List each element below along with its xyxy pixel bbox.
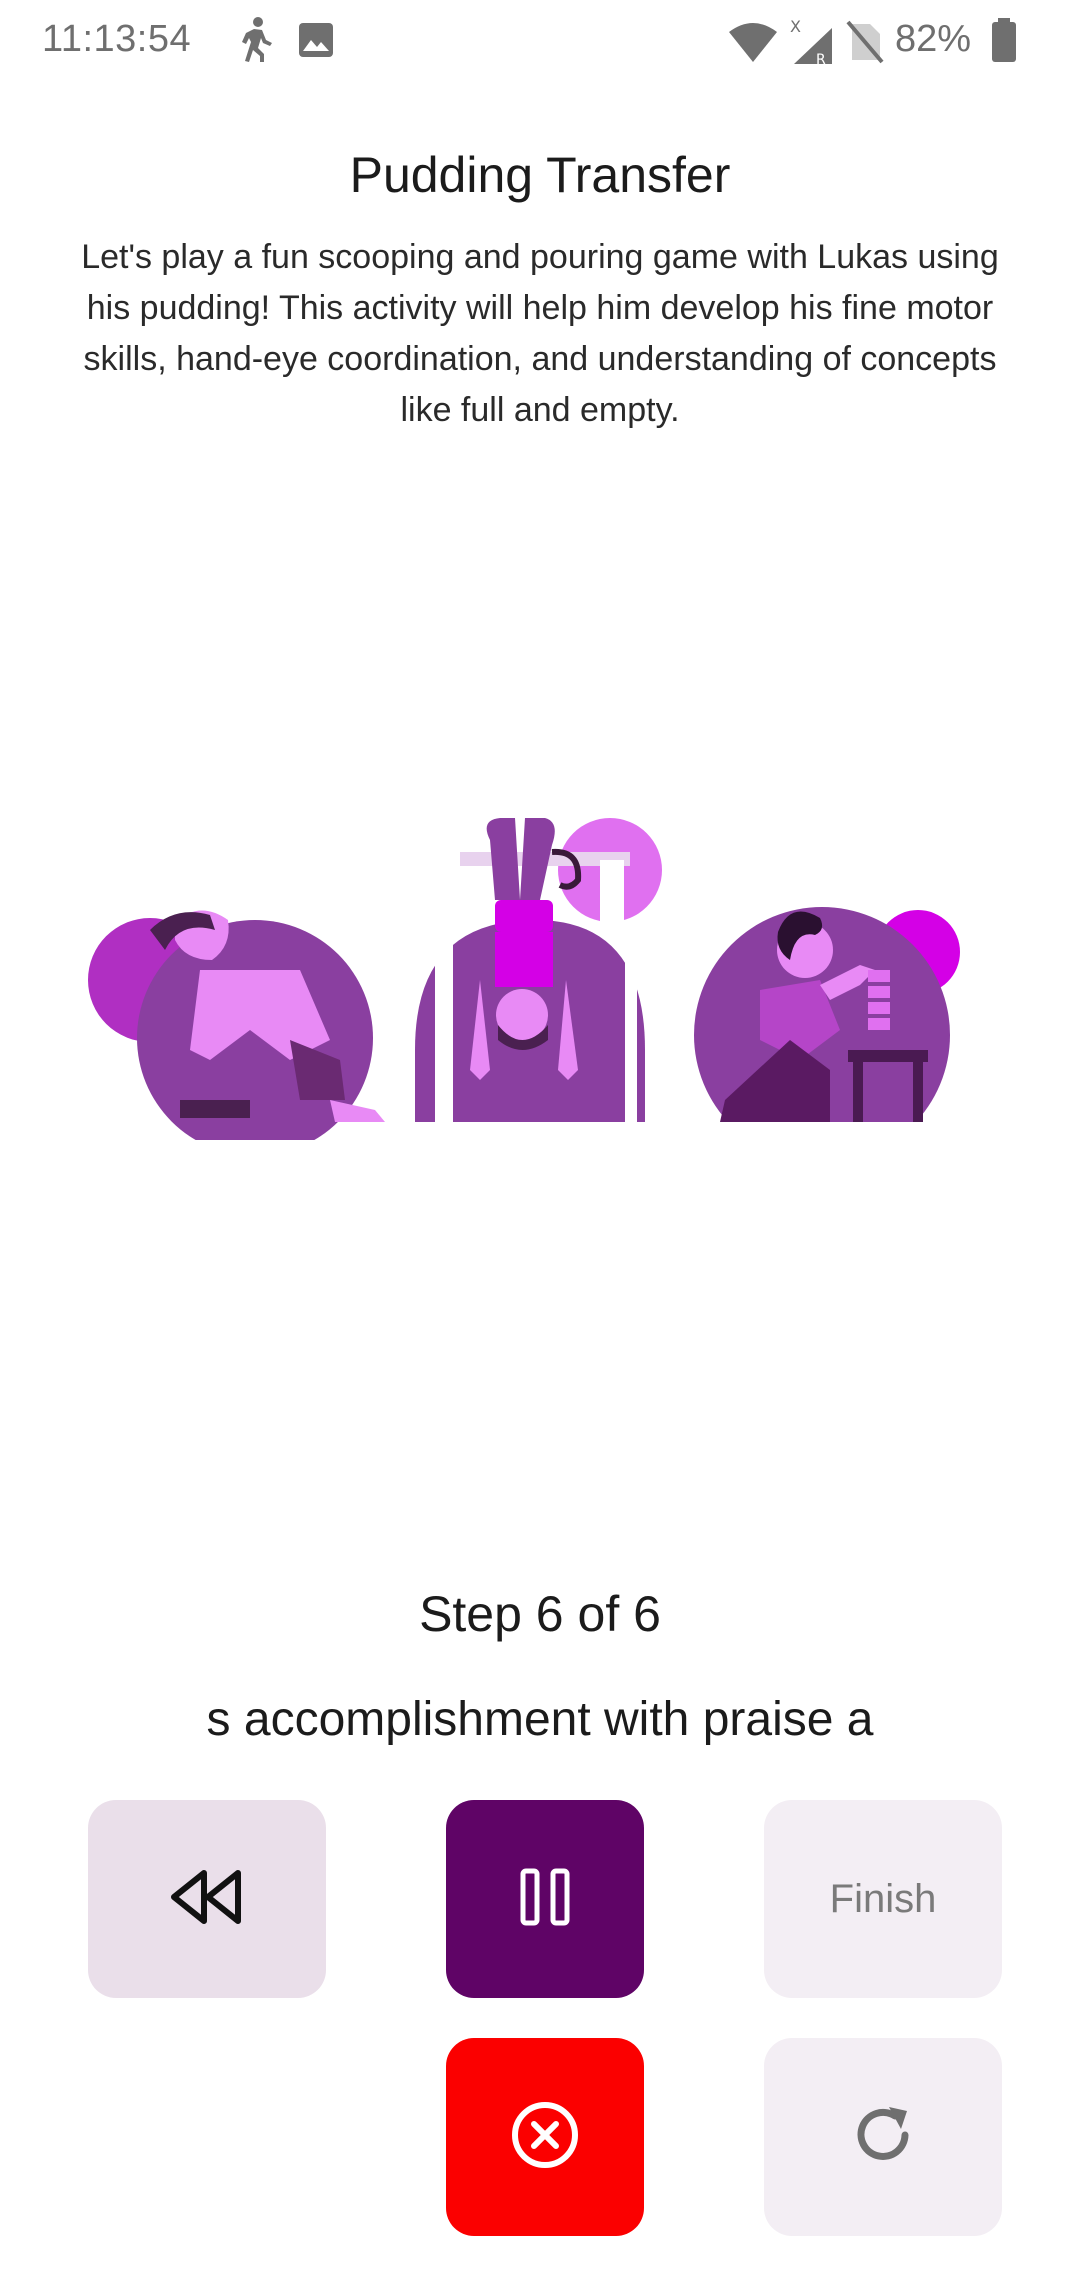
restart-icon: [849, 2101, 917, 2174]
battery-icon: [990, 18, 1018, 67]
kid-stacking-blocks-figure: [694, 907, 960, 1163]
cell-signal-roaming-icon: X R: [788, 16, 836, 71]
activity-description: Let's play a fun scooping and pouring ga…: [81, 238, 999, 429]
kid-crawling-figure: [88, 910, 385, 1156]
no-sim-icon: [846, 20, 884, 69]
wifi-icon: [728, 20, 778, 69]
svg-text:X: X: [790, 17, 801, 36]
activity-illustration: [0, 800, 1080, 1163]
pause-icon: [520, 1868, 570, 1931]
screen: 11:13:54 X R 82% Pudding Transfer Let's …: [0, 0, 1080, 2280]
step-counter: Step 6 of 6: [419, 1586, 661, 1642]
finish-button[interactable]: Finish: [764, 1800, 1002, 1998]
status-bar: 11:13:54 X R 82%: [0, 0, 1080, 84]
svg-text:R: R: [816, 52, 826, 66]
battery-percentage: 82%: [895, 18, 972, 60]
finish-button-label: Finish: [829, 1876, 937, 1921]
rewind-button[interactable]: [88, 1800, 326, 1998]
kid-hanging-upside-down-figure: [415, 818, 662, 1122]
pause-button[interactable]: [446, 1800, 644, 1998]
cancel-button[interactable]: [446, 2038, 644, 2236]
cancel-circle-x-icon: [510, 2100, 580, 2175]
activity-title: Pudding Transfer: [349, 147, 731, 203]
step-instruction-ticker: s accomplishment with praise a: [206, 1693, 874, 1746]
restart-button[interactable]: [764, 2038, 1002, 2236]
rewind-icon: [170, 1869, 244, 1930]
status-right-group: X R 82%: [0, 14, 1080, 70]
